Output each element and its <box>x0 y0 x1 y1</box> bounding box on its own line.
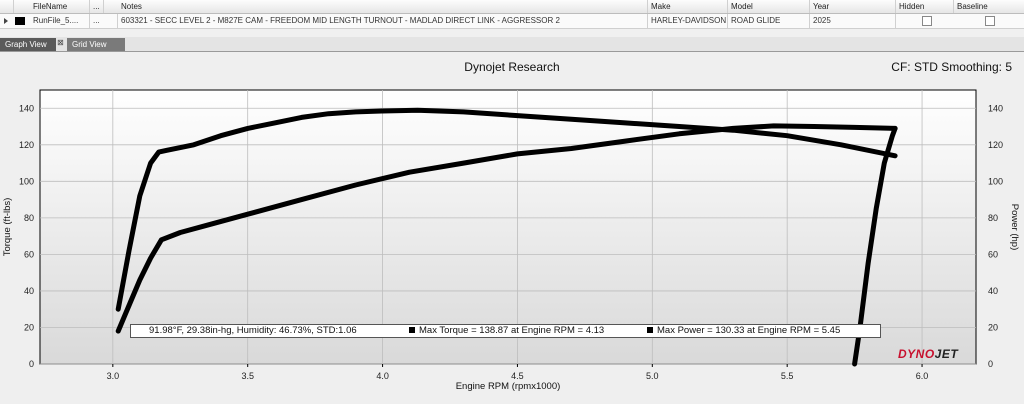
y-tick-label: 80 <box>24 213 34 223</box>
y-tick-label: 140 <box>19 103 34 113</box>
logo-dyno-text: DYNO <box>898 347 935 361</box>
y2-tick-label: 80 <box>988 213 998 223</box>
y2-tick-label: 0 <box>988 359 993 369</box>
y2-tick-label: 120 <box>988 140 1003 150</box>
y-tick-label: 40 <box>24 286 34 296</box>
y-tick-label: 60 <box>24 249 34 259</box>
x-tick-label: 5.5 <box>781 371 794 381</box>
y2-tick-label: 40 <box>988 286 998 296</box>
y-tick-label: 0 <box>29 359 34 369</box>
y-axis-label: Torque (ft-lbs) <box>2 198 13 257</box>
y-tick-label: 120 <box>19 140 34 150</box>
max-torque-text: Max Torque = 138.87 at Engine RPM = 4.13 <box>419 325 605 336</box>
max-power-text: Max Power = 130.33 at Engine RPM = 5.45 <box>657 325 841 336</box>
weather-conditions: 91.98°F, 29.38in-hg, Humidity: 46.73%, S… <box>149 325 357 336</box>
max-torque-item: Max Torque = 138.87 at Engine RPM = 4.13 <box>409 325 604 337</box>
x-axis-label: Engine RPM (rpmx1000) <box>456 381 561 392</box>
x-tick-label: 4.0 <box>376 371 389 381</box>
max-power-item: Max Power = 130.33 at Engine RPM = 5.45 <box>647 325 840 337</box>
x-tick-label: 4.5 <box>511 371 524 381</box>
plot-area <box>39 89 977 365</box>
y2-tick-label: 140 <box>988 103 1003 113</box>
y2-tick-label: 60 <box>988 249 998 259</box>
y2-axis-label: Power (hp) <box>1009 204 1020 250</box>
x-tick-label: 3.0 <box>107 371 120 381</box>
y-tick-label: 20 <box>24 322 34 332</box>
legend-square-icon <box>409 327 415 334</box>
x-tick-label: 3.5 <box>241 371 254 381</box>
dynojet-logo: DYNOJET <box>898 347 958 361</box>
y2-tick-label: 100 <box>988 176 1003 186</box>
y-tick-label: 100 <box>19 176 34 186</box>
run-summary-box: 91.98°F, 29.38in-hg, Humidity: 46.73%, S… <box>130 324 881 338</box>
y2-tick-label: 20 <box>988 322 998 332</box>
legend-square-icon <box>647 327 653 334</box>
logo-jet-text: JET <box>934 347 959 361</box>
x-tick-label: 5.0 <box>646 371 659 381</box>
dyno-chart: 3.0 3.5 4.0 4.5 5.0 5.5 6.0 0 0 20 20 40 40 60 60 80 80 1… <box>2 89 1020 392</box>
x-tick-label: 6.0 <box>916 371 929 381</box>
